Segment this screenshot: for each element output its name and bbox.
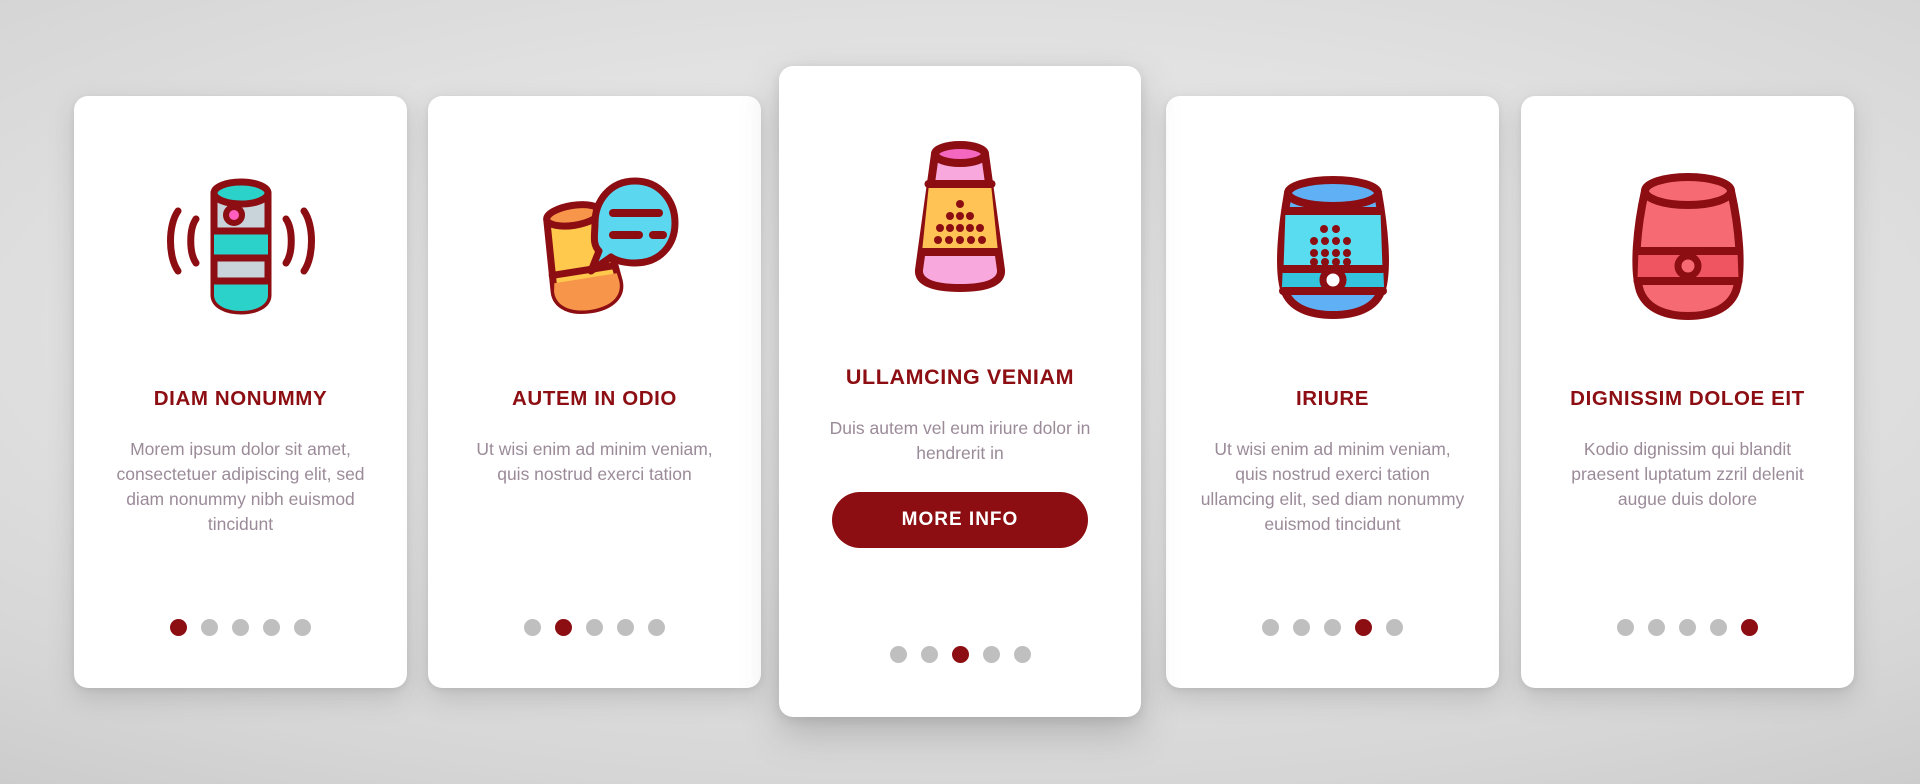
smart-speaker-tapered-speaker-grille-icon bbox=[779, 66, 1141, 366]
pagination-dot[interactable] bbox=[1741, 619, 1758, 636]
onboarding-screens-illustration: DIAM NONUMMY Morem ipsum dolor sit amet,… bbox=[0, 0, 1920, 784]
card-body-text: Ut wisi enim ad minim veniam, quis nostr… bbox=[1200, 438, 1465, 534]
card-carousel: DIAM NONUMMY Morem ipsum dolor sit amet,… bbox=[0, 0, 1920, 784]
pagination-dot[interactable] bbox=[648, 619, 665, 636]
pagination-dot[interactable] bbox=[1617, 619, 1634, 636]
pagination-dots[interactable] bbox=[74, 619, 407, 636]
pagination-dot[interactable] bbox=[1648, 619, 1665, 636]
pagination-dots[interactable] bbox=[1166, 619, 1499, 636]
pagination-dot[interactable] bbox=[951, 646, 969, 663]
pagination-dots[interactable] bbox=[428, 619, 761, 636]
pagination-dot[interactable] bbox=[889, 646, 907, 663]
more-info-button[interactable]: MORE INFO bbox=[832, 491, 1088, 548]
card-title: DIGNISSIM DOLOE EIT bbox=[1570, 387, 1805, 410]
pagination-dot[interactable] bbox=[294, 619, 311, 636]
pagination-dot[interactable] bbox=[555, 619, 572, 636]
pagination-dot[interactable] bbox=[1262, 619, 1279, 636]
card-title: DIAM NONUMMY bbox=[153, 387, 328, 410]
pagination-dots[interactable] bbox=[779, 646, 1141, 663]
card-body-text: Kodio dignissim qui blandit praesent lup… bbox=[1571, 438, 1804, 509]
pagination-dot[interactable] bbox=[1710, 619, 1727, 636]
pagination-dot[interactable] bbox=[201, 619, 218, 636]
card-body-text: Duis autem vel eum iriure dolor in hendr… bbox=[829, 417, 1091, 463]
card-title: AUTEM IN ODIO bbox=[512, 387, 677, 410]
pagination-dot[interactable] bbox=[263, 619, 280, 636]
onboarding-card-3-featured[interactable]: ULLAMCING VENIAM Duis autem vel eum iriu… bbox=[779, 66, 1141, 717]
pagination-dot[interactable] bbox=[1293, 619, 1310, 636]
smart-speaker-rounded-red-icon bbox=[1521, 96, 1854, 386]
pagination-dot[interactable] bbox=[1013, 646, 1031, 663]
pagination-dot[interactable] bbox=[617, 619, 634, 636]
onboarding-card-1[interactable]: DIAM NONUMMY Morem ipsum dolor sit amet,… bbox=[74, 96, 407, 688]
smart-speaker-rounded-blue-grille-icon bbox=[1166, 96, 1499, 386]
pagination-dot[interactable] bbox=[524, 619, 541, 636]
pagination-dot[interactable] bbox=[1386, 619, 1403, 636]
pagination-dot[interactable] bbox=[1324, 619, 1341, 636]
pagination-dot[interactable] bbox=[1679, 619, 1696, 636]
pagination-dot[interactable] bbox=[1355, 619, 1372, 636]
pagination-dots[interactable] bbox=[1521, 619, 1854, 636]
card-title: ULLAMCING VENIAM bbox=[845, 365, 1075, 389]
onboarding-card-4[interactable]: IRIURE Ut wisi enim ad minim veniam, qui… bbox=[1166, 96, 1499, 688]
pagination-dot[interactable] bbox=[232, 619, 249, 636]
onboarding-card-2[interactable]: AUTEM IN ODIO Ut wisi enim ad minim veni… bbox=[428, 96, 761, 688]
card-body-text: Morem ipsum dolor sit amet, consectetuer… bbox=[116, 438, 365, 534]
card-title: IRIURE bbox=[1295, 387, 1370, 410]
card-body-text: Ut wisi enim ad minim veniam, quis nostr… bbox=[476, 438, 713, 484]
smart-speaker-cylinder-sound-waves-icon bbox=[74, 96, 407, 386]
smart-speaker-voice-chat-bubble-icon bbox=[428, 96, 761, 386]
pagination-dot[interactable] bbox=[920, 646, 938, 663]
pagination-dot[interactable] bbox=[982, 646, 1000, 663]
pagination-dot[interactable] bbox=[586, 619, 603, 636]
pagination-dot[interactable] bbox=[170, 619, 187, 636]
onboarding-card-5[interactable]: DIGNISSIM DOLOE EIT Kodio dignissim qui … bbox=[1521, 96, 1854, 688]
